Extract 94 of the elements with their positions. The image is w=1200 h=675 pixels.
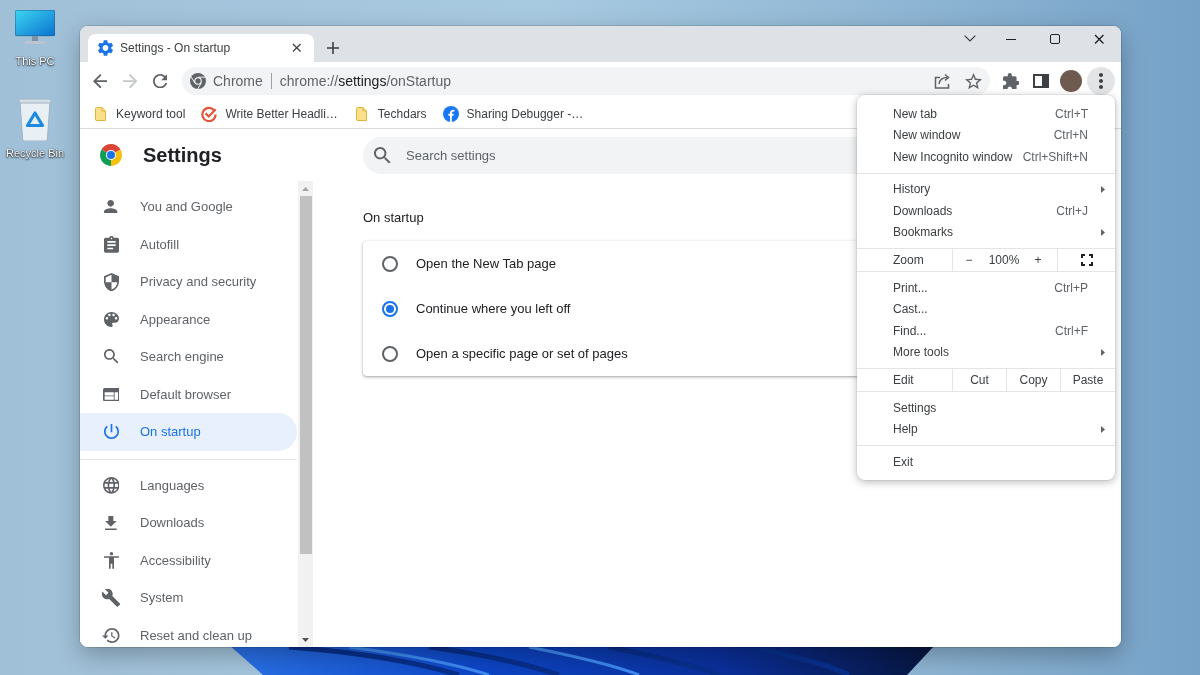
maximize-icon bbox=[1050, 34, 1060, 44]
chrome-logo-icon bbox=[100, 144, 122, 166]
browser-window-icon bbox=[102, 387, 120, 401]
monitor-icon bbox=[15, 10, 55, 44]
keyboard-shortcut: Ctrl+J bbox=[1056, 203, 1088, 218]
profile-avatar bbox=[1060, 70, 1082, 92]
palette-icon bbox=[103, 311, 119, 327]
clipboard-icon bbox=[103, 235, 119, 253]
zoom-label: Zoom bbox=[893, 253, 924, 267]
triangle-down-icon bbox=[302, 637, 309, 642]
menu-item[interactable]: Downloads Ctrl+J bbox=[857, 200, 1115, 222]
sidebar-item[interactable]: On startup bbox=[80, 413, 297, 451]
option-label[interactable]: Open the New Tab page bbox=[416, 256, 556, 271]
bookmark-item[interactable]: Write Better Headli… bbox=[193, 102, 346, 126]
option-label[interactable]: Continue where you left off bbox=[416, 301, 571, 316]
submenu-arrow-icon bbox=[1101, 185, 1105, 193]
plus-icon bbox=[327, 42, 339, 54]
browser-tab[interactable]: Settings - On startup bbox=[88, 34, 314, 62]
menu-item[interactable]: Help bbox=[857, 418, 1115, 440]
sidebar-item[interactable]: Accessibility bbox=[80, 541, 297, 579]
radio-button[interactable] bbox=[382, 255, 398, 272]
page-title: Settings bbox=[143, 143, 222, 167]
f-logo-icon bbox=[442, 106, 459, 122]
checkmark-icon bbox=[201, 106, 218, 122]
radio-button[interactable] bbox=[382, 300, 398, 317]
menu-item[interactable]: History bbox=[857, 178, 1115, 200]
chrome-icon bbox=[190, 73, 206, 89]
sidebar-item[interactable]: Appearance bbox=[80, 300, 297, 338]
triangle-up-icon bbox=[302, 186, 309, 191]
bookmark-item[interactable]: Sharing Debugger -… bbox=[434, 102, 592, 126]
search-icon bbox=[103, 349, 119, 365]
keyboard-shortcut: Ctrl+P bbox=[1054, 280, 1088, 295]
zoom-in-button[interactable]: + bbox=[1023, 250, 1053, 270]
menu-item[interactable]: New tab Ctrl+T bbox=[857, 103, 1115, 125]
radio-button[interactable] bbox=[382, 345, 398, 362]
download-icon bbox=[105, 515, 117, 530]
sidebar-item[interactable]: Reset and clean up bbox=[80, 616, 297, 647]
close-icon bbox=[292, 43, 302, 53]
share-icon bbox=[934, 73, 952, 89]
zoom-out-button[interactable]: − bbox=[953, 250, 985, 270]
menu-item[interactable]: Bookmarks bbox=[857, 221, 1115, 243]
menu-item[interactable]: Print... Ctrl+P bbox=[857, 277, 1115, 299]
folder-icon bbox=[356, 107, 368, 121]
settings-icon bbox=[98, 40, 114, 56]
wrench-icon bbox=[101, 588, 121, 607]
minimize-icon bbox=[1006, 38, 1016, 40]
reload-icon bbox=[152, 73, 168, 89]
sidebar-item[interactable]: System bbox=[80, 579, 297, 617]
person-icon bbox=[104, 200, 118, 214]
submenu-arrow-icon bbox=[1101, 348, 1105, 356]
site-label: Chrome bbox=[213, 73, 263, 89]
address-bar[interactable]: Chrome chrome://settings/onStartup bbox=[182, 67, 990, 95]
menu-item[interactable]: Find... Ctrl+F bbox=[857, 320, 1115, 342]
chevron-down-icon bbox=[964, 34, 976, 42]
close-icon bbox=[1093, 33, 1105, 45]
history-icon bbox=[102, 627, 120, 643]
recycle-bin-icon bbox=[18, 97, 52, 141]
bookmark-item[interactable]: Keyword tool bbox=[84, 102, 194, 126]
sidebar-item[interactable]: Search engine bbox=[80, 338, 297, 376]
menu-item[interactable]: More tools bbox=[857, 341, 1115, 363]
menu-item[interactable]: Settings bbox=[857, 397, 1115, 419]
puzzle-icon bbox=[1002, 72, 1020, 90]
submenu-arrow-icon bbox=[1101, 425, 1105, 433]
fullscreen-icon bbox=[1080, 254, 1093, 266]
scrollbar-thumb[interactable] bbox=[299, 196, 312, 554]
star-icon bbox=[964, 72, 982, 90]
globe-icon bbox=[102, 476, 120, 494]
edit-label: Edit bbox=[893, 373, 914, 387]
menu-item[interactable]: Cast... bbox=[857, 298, 1115, 320]
keyboard-shortcut: Ctrl+T bbox=[1055, 106, 1088, 121]
sidebar-item[interactable]: Languages bbox=[80, 466, 297, 504]
accessibility-icon bbox=[103, 551, 119, 569]
sidebar-item[interactable]: Default browser bbox=[80, 375, 297, 413]
section-title: On startup bbox=[363, 210, 424, 225]
submenu-arrow-icon bbox=[1101, 228, 1105, 236]
option-label[interactable]: Open a specific page or set of pages bbox=[416, 346, 628, 361]
back-arrow-icon bbox=[92, 73, 108, 89]
keyboard-shortcut: Ctrl+N bbox=[1053, 128, 1088, 143]
folder-icon bbox=[94, 107, 106, 121]
sidebar-item[interactable]: Autofill bbox=[80, 225, 297, 263]
url-text: chrome://settings/onStartup bbox=[279, 73, 451, 89]
sidebar-item[interactable]: Privacy and security bbox=[80, 263, 297, 301]
zoom-level: 100% bbox=[987, 253, 1021, 267]
side-panel-icon bbox=[1033, 74, 1049, 88]
menu-button[interactable] bbox=[1087, 67, 1115, 95]
sidebar-item[interactable]: Downloads bbox=[80, 504, 297, 542]
more-icon bbox=[1099, 73, 1103, 89]
bookmark-item[interactable]: Techdars bbox=[345, 102, 435, 126]
power-icon bbox=[103, 424, 119, 440]
keyboard-shortcut: Ctrl+F bbox=[1055, 323, 1088, 338]
shield-icon bbox=[103, 272, 119, 291]
sidebar-item[interactable]: You and Google bbox=[80, 188, 297, 226]
menu-item[interactable]: Exit bbox=[857, 451, 1115, 473]
forward-arrow-icon bbox=[122, 73, 138, 89]
